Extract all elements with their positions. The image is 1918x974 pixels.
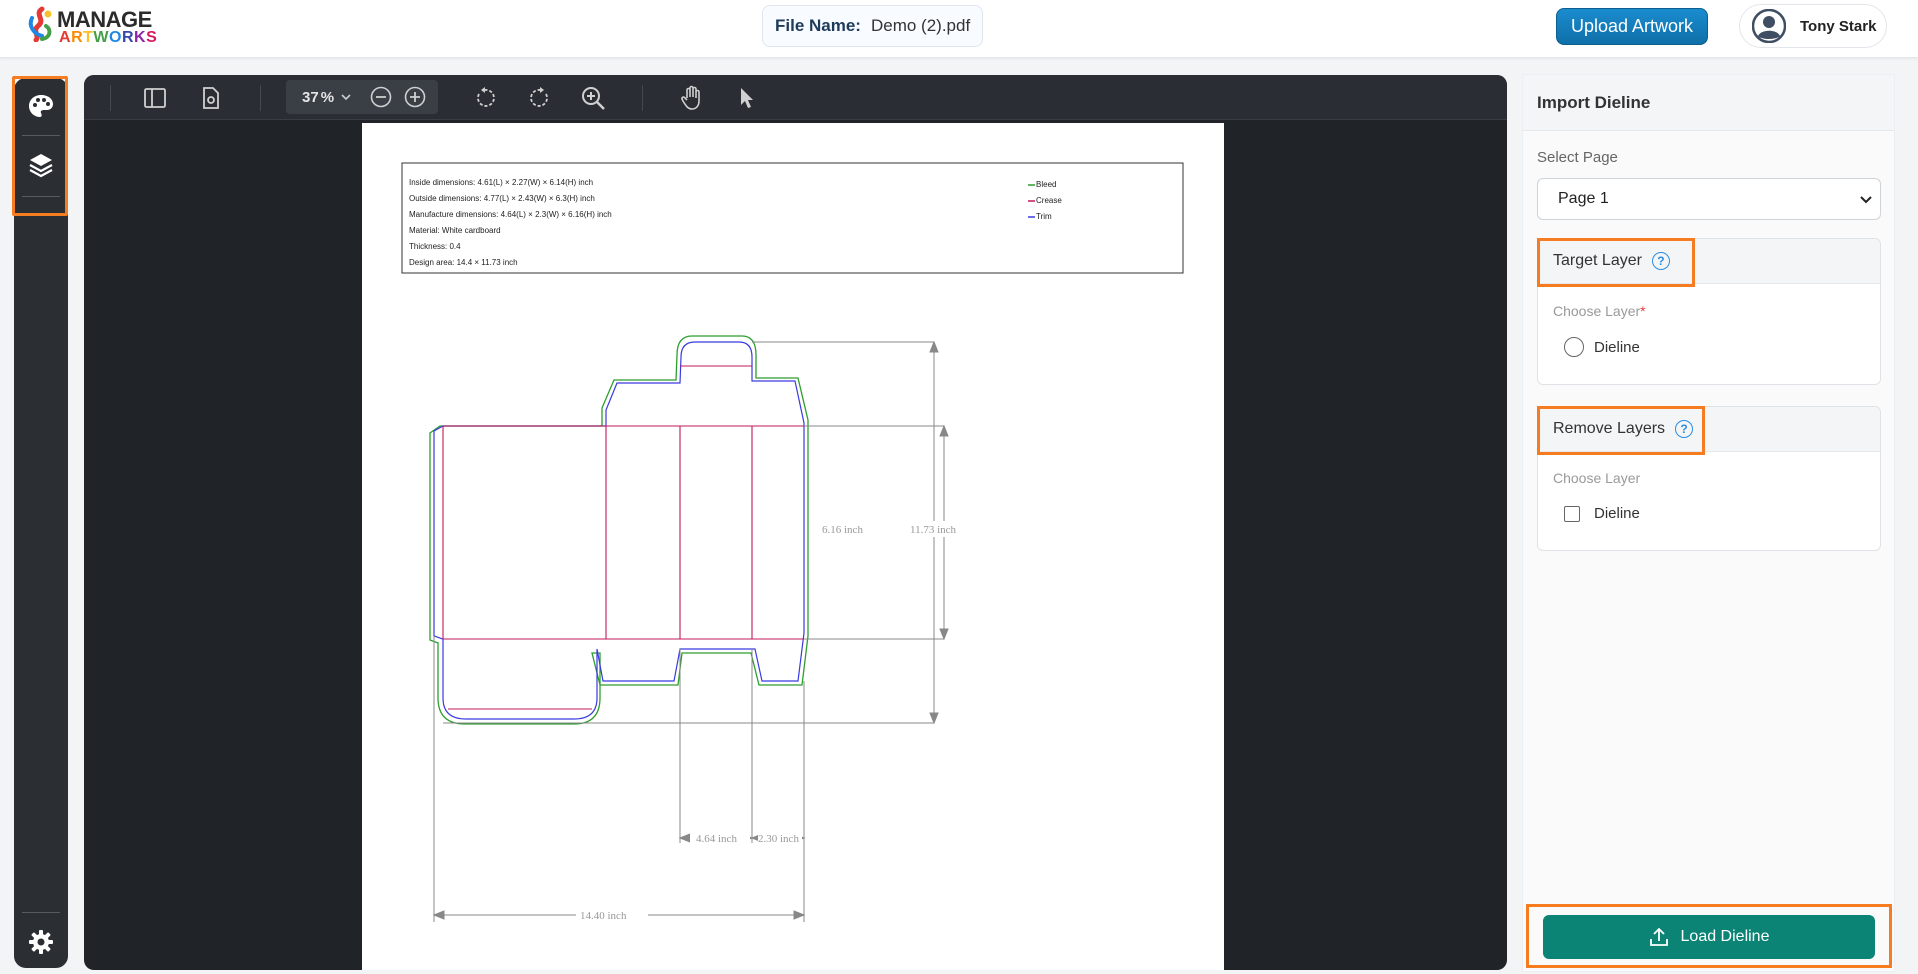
toolbar-divider [110, 85, 111, 111]
info-line: Thickness: 0.4 [409, 242, 461, 251]
pan-hand-icon [681, 85, 700, 110]
toolbar-divider [260, 85, 261, 111]
left-tool-rail [12, 76, 68, 970]
magnify-button[interactable] [576, 81, 610, 115]
load-dieline-label: Load Dieline [1680, 928, 1770, 945]
remove-choose-layer-label: Choose Layer [1553, 470, 1641, 486]
settings-icon [29, 930, 53, 954]
dimension-labels: 11.73 inch 6.16 inch 4.64 inch 2.30 inch… [576, 521, 986, 922]
pdf-viewer: 37 % Inside dimensions: 4.61(L) × 2.27(W… [84, 75, 1507, 970]
zoom-value: 37 [302, 88, 319, 106]
settings-button[interactable] [14, 914, 68, 970]
pdf-toolbar: 37 % [84, 75, 1507, 120]
rail-highlight-box [12, 76, 68, 216]
zoom-out-button[interactable] [364, 80, 398, 114]
target-choose-layer-label: Choose Layer* [1553, 303, 1646, 319]
rotate-cw-button[interactable] [523, 81, 557, 115]
zoom-button-group [358, 80, 438, 114]
panel-title: Import Dieline [1523, 75, 1894, 131]
rotate-cw-icon [530, 87, 548, 107]
trim-outline [433, 341, 805, 720]
zoom-in-icon [404, 86, 426, 108]
chevron-down-icon [341, 94, 351, 101]
target-layer-highlight [1537, 238, 1695, 287]
magnify-icon [582, 87, 605, 110]
load-dieline-highlight: Load Dieline [1526, 904, 1892, 968]
dieline-drawing: Inside dimensions: 4.61(L) × 2.27(W) × 6… [401, 162, 1184, 922]
legend: Bleed Crease Trim [1028, 180, 1062, 221]
select-page-dropdown[interactable]: Page 1 [1537, 178, 1881, 220]
remove-layers-card: Remove Layers ? Choose Layer Dieline [1537, 406, 1881, 551]
toolbar-divider [642, 85, 643, 111]
pan-hand-button[interactable] [675, 81, 709, 115]
info-lines: Inside dimensions: 4.61(L) × 2.27(W) × 6… [409, 178, 612, 267]
zoom-out-icon [370, 86, 392, 108]
chevron-down-icon [1860, 196, 1872, 204]
logo-text-manage: MANAGE [57, 7, 152, 32]
document-properties-icon [203, 87, 219, 109]
app-logo[interactable]: MANAGE ARTWORKS [26, 6, 166, 46]
legend-label: Bleed [1036, 180, 1056, 189]
target-layer-card: Target Layer ? Choose Layer* Dieline [1537, 238, 1881, 385]
pdf-page: Inside dimensions: 4.61(L) × 2.27(W) × 6… [362, 123, 1224, 970]
dimension-label: 4.64 inch [696, 833, 737, 845]
target-option-label: Dieline [1594, 338, 1640, 356]
document-properties-button[interactable] [194, 81, 228, 115]
remove-layers-highlight [1537, 406, 1705, 455]
rotate-ccw-icon [477, 87, 495, 107]
remove-dieline-option[interactable]: Dieline [1564, 505, 1640, 522]
dimension-label: 2.30 inch [758, 833, 799, 845]
file-name-label: File Name: [775, 16, 861, 35]
radio-button[interactable] [1564, 337, 1584, 357]
select-pointer-button[interactable] [729, 81, 763, 115]
select-pointer-icon [741, 88, 753, 108]
rotate-ccw-button[interactable] [468, 81, 502, 115]
legend-label: Crease [1036, 196, 1062, 205]
zoom-in-button[interactable] [398, 80, 432, 114]
info-line: Outside dimensions: 4.77(L) × 2.43(W) × … [409, 194, 595, 203]
file-name-value: Demo (2).pdf [870, 16, 971, 35]
zoom-unit: % [320, 88, 335, 106]
logo-mark-icon [28, 6, 52, 42]
logo-text-artworks: ARTWORKS [59, 29, 158, 46]
user-name: Tony Stark [1800, 17, 1877, 35]
legend-label: Trim [1036, 212, 1052, 221]
crease-lines [442, 365, 804, 710]
checkbox[interactable] [1564, 505, 1580, 522]
upload-artwork-button[interactable]: Upload Artwork [1556, 8, 1708, 45]
target-dieline-option[interactable]: Dieline [1564, 337, 1640, 357]
file-name-display: File Name: Demo (2).pdf [762, 5, 984, 47]
import-dieline-panel: Import Dieline Select Page Page 1 Target… [1522, 74, 1895, 972]
info-line: Design area: 14.4 × 11.73 inch [409, 258, 518, 267]
rail-divider [22, 912, 60, 913]
select-page-label: Select Page [1537, 149, 1618, 166]
zoom-select[interactable]: 37 % [286, 80, 358, 114]
remove-option-label: Dieline [1594, 505, 1640, 522]
load-dieline-button[interactable]: Load Dieline [1543, 915, 1875, 959]
info-line: Manufacture dimensions: 4.64(L) × 2.3(W)… [409, 210, 612, 219]
sidebar-toggle-icon [144, 88, 166, 108]
sidebar-toggle-button[interactable] [138, 81, 172, 115]
bleed-outline [429, 335, 809, 725]
info-line: Inside dimensions: 4.61(L) × 2.27(W) × 6… [409, 178, 593, 187]
user-avatar-icon [1752, 9, 1786, 43]
select-page-value: Page 1 [1558, 190, 1609, 207]
upload-icon [1649, 927, 1668, 946]
app-header: MANAGE ARTWORKS File Name: Demo (2).pdf … [0, 0, 1918, 58]
dimension-label: 14.40 inch [580, 910, 627, 922]
required-marker: * [1640, 303, 1646, 319]
info-line: Material: White cardboard [409, 226, 501, 235]
user-menu[interactable]: Tony Stark [1739, 4, 1887, 48]
dimension-label: 6.16 inch [822, 524, 863, 536]
